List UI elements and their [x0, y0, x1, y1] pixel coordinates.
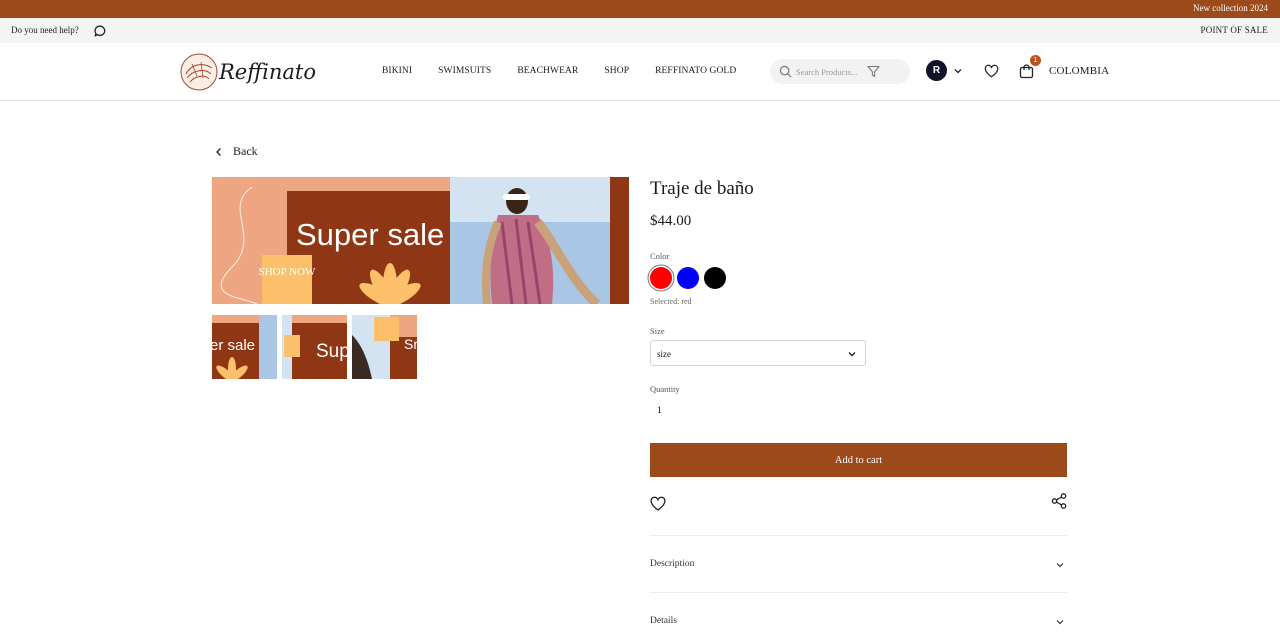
size-select-value: size — [657, 349, 671, 359]
accordion-description[interactable]: Description — [650, 535, 1068, 592]
main-nav: BIKINI SWIMSUITS BEACHWEAR SHOP REFFINAT… — [382, 66, 762, 76]
thumbnail-text: er sale — [212, 337, 255, 354]
banner-headline: Super sale — [296, 217, 444, 252]
point-of-sale-link[interactable]: POINT OF SALE — [1201, 25, 1268, 35]
accordion-label: Details — [650, 616, 677, 626]
share-icon[interactable] — [1051, 493, 1067, 509]
super-sale-banner: Super sale SHOP NOW — [212, 177, 629, 304]
add-to-cart-button[interactable]: Add to cart — [650, 443, 1067, 477]
color-swatch-red[interactable] — [650, 267, 672, 289]
chevron-down-icon — [1056, 563, 1064, 568]
help-text[interactable]: Do you need help? — [11, 25, 79, 35]
product-thumbnail[interactable]: er sale — [212, 315, 277, 379]
thumbnail-strip: er sale Sup Sr — [212, 315, 422, 379]
chevron-left-icon — [216, 147, 221, 156]
logo-text: Reffinato — [219, 60, 316, 84]
promo-bar: New collection 2024 — [0, 0, 1280, 18]
color-swatch-black[interactable] — [704, 267, 726, 289]
size-label: Size — [650, 326, 665, 336]
search-input[interactable] — [796, 64, 870, 79]
filter-icon[interactable] — [867, 65, 880, 78]
color-label: Color — [650, 251, 670, 261]
product-main-image[interactable]: Super sale SHOP NOW — [212, 177, 629, 304]
wishlist-heart-icon[interactable] — [984, 64, 999, 79]
chat-icon[interactable] — [93, 24, 107, 38]
nav-item-beachwear[interactable]: BEACHWEAR — [517, 66, 578, 76]
nav-item-swimsuits[interactable]: SWIMSUITS — [438, 66, 491, 76]
cart-icon[interactable] — [1019, 63, 1034, 79]
nav-item-bikini[interactable]: BIKINI — [382, 66, 412, 76]
heart-icon[interactable] — [650, 496, 666, 512]
quantity-label: Quantity — [650, 384, 680, 394]
nav-item-reffinato-gold[interactable]: REFFINATO GOLD — [655, 66, 736, 76]
product-thumbnail[interactable]: Sr — [352, 315, 417, 379]
shop-now-label: SHOP NOW — [259, 266, 316, 278]
promo-text: New collection 2024 — [1193, 3, 1268, 13]
size-select[interactable]: size — [650, 340, 866, 366]
brand-logo[interactable]: Reffinato — [179, 51, 316, 93]
nav-item-shop[interactable]: SHOP — [604, 66, 629, 76]
accordion-label: Description — [650, 559, 695, 569]
cart-count-badge: 1 — [1030, 55, 1041, 66]
color-swatch-blue[interactable] — [677, 267, 699, 289]
accordion-details[interactable]: Details — [650, 592, 1068, 638]
chevron-down-icon[interactable] — [953, 66, 963, 76]
product-price: $44.00 — [650, 213, 692, 229]
logo-emblem-icon — [180, 53, 218, 91]
product-title: Traje de baño — [650, 178, 754, 199]
quantity-input[interactable] — [650, 402, 710, 418]
country-selector[interactable]: COLOMBIA — [1049, 65, 1109, 77]
thumbnail-text: Sr — [404, 336, 417, 352]
search-icon[interactable] — [779, 65, 792, 78]
site-header: Reffinato BIKINI SWIMSUITS BEACHWEAR SHO… — [0, 43, 1280, 101]
thumbnail-text: Sup — [316, 341, 347, 362]
chevron-down-icon — [848, 352, 856, 357]
product-thumbnail[interactable]: Sup — [282, 315, 347, 379]
help-bar: Do you need help? POINT OF SALE — [0, 18, 1280, 43]
back-label: Back — [233, 144, 258, 158]
color-swatches — [650, 267, 731, 289]
chevron-down-icon — [1056, 620, 1064, 625]
selected-color-text: Selected: red — [650, 297, 692, 306]
back-link[interactable]: Back — [214, 144, 258, 159]
search-bar — [770, 59, 910, 84]
user-avatar[interactable]: R — [926, 60, 947, 81]
